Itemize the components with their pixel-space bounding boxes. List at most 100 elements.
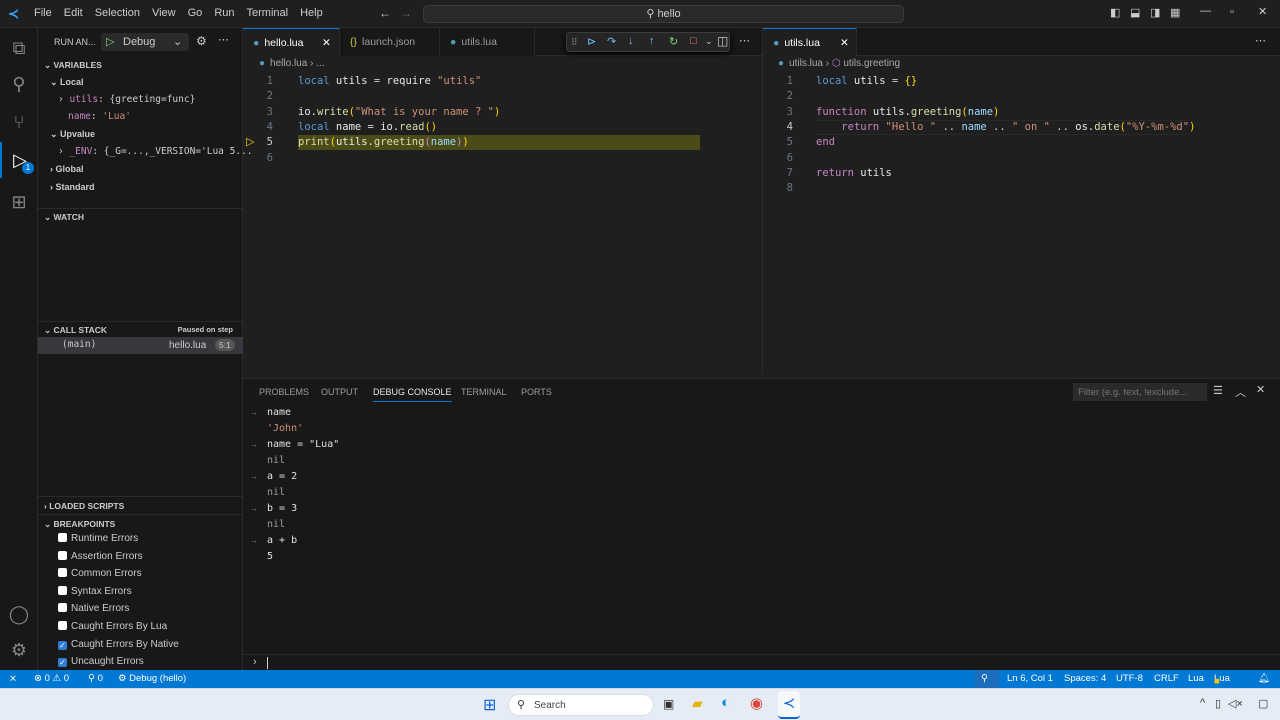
stop-icon[interactable]: □ — [690, 35, 697, 47]
task-view-icon[interactable]: ▣ — [663, 697, 674, 711]
variables-header[interactable]: ⌄ VARIABLES — [38, 60, 243, 71]
debug-status[interactable]: ⚙ Debug (hello) — [118, 673, 186, 684]
tab-problems[interactable]: PROBLEMS — [259, 387, 309, 397]
breakpoint-checkbox[interactable] — [58, 621, 67, 630]
scope-upvalue[interactable]: ⌄ Upvalue — [50, 129, 95, 140]
step-into-icon[interactable]: ↓ — [628, 35, 634, 47]
split-editor-icon[interactable]: ◫ — [717, 34, 728, 48]
watch-header[interactable]: ⌄ WATCH — [38, 208, 243, 223]
maximize-button[interactable]: ▫ — [1230, 6, 1234, 18]
toggle-panel-icon[interactable]: ⬓ — [1130, 6, 1140, 19]
customize-layout-icon[interactable]: ▦ — [1170, 6, 1180, 19]
line-ending[interactable]: CRLF — [1154, 673, 1179, 684]
encoding[interactable]: UTF-8 — [1116, 673, 1143, 684]
remote-icon[interactable]: ⨯ — [9, 673, 17, 684]
breakpoints-header[interactable]: ⌄ BREAKPOINTS — [38, 514, 243, 530]
cursor-position[interactable]: Ln 6, Col 1 — [1007, 673, 1053, 684]
indentation[interactable]: Spaces: 4 — [1064, 673, 1106, 684]
extensions-icon[interactable]: ⊞ — [0, 184, 38, 220]
search-icon[interactable]: ⚲ — [0, 66, 38, 102]
menu-view[interactable]: View — [146, 7, 182, 19]
tab-utils-lua[interactable]: ● utils.lua — [440, 28, 535, 56]
chevron-down-icon[interactable]: ⌄ — [705, 36, 713, 47]
callstack-header[interactable]: ⌄ CALL STACK Paused on step — [38, 321, 243, 336]
breakpoint-item[interactable]: Caught Errors By Lua — [58, 621, 167, 632]
tab-ports[interactable]: PORTS — [521, 387, 552, 397]
variable-name-row[interactable]: name: 'Lua' — [68, 111, 131, 122]
tab-output[interactable]: OUTPUT — [321, 387, 358, 397]
edge-icon[interactable]: ◐ — [721, 694, 730, 711]
notification-icon[interactable]: ▢ — [1258, 697, 1268, 710]
more-actions-icon[interactable]: ⋯ — [218, 33, 229, 46]
breakpoint-checkbox[interactable] — [58, 550, 67, 560]
run-debug-icon[interactable]: ▷ 1 — [0, 142, 38, 178]
close-tab-icon[interactable]: ✕ — [840, 29, 849, 57]
menu-terminal[interactable]: Terminal — [241, 7, 295, 19]
menu-help[interactable]: Help — [294, 7, 329, 19]
continue-icon[interactable]: ⊳ — [587, 35, 596, 48]
account-icon[interactable]: ◯ — [0, 596, 38, 632]
windows-start-icon[interactable]: ⊞ — [483, 695, 496, 715]
breakpoint-item[interactable]: Assertion Errors — [58, 550, 143, 562]
start-debug-icon[interactable]: ▷ — [106, 35, 114, 48]
gear-icon[interactable]: ⚙ — [196, 34, 207, 48]
ports-status[interactable]: ⚲ 0 — [88, 673, 103, 684]
lua-extension-status[interactable]: ■ Lua — [1214, 673, 1230, 687]
step-over-icon[interactable]: ↷ — [607, 35, 616, 48]
toggle-sidebar-icon[interactable]: ◧ — [1110, 6, 1120, 19]
menu-file[interactable]: File — [28, 7, 58, 19]
close-tab-icon[interactable]: ✕ — [322, 29, 331, 57]
breakpoint-checkbox[interactable] — [58, 603, 67, 613]
tab-utils-lua-2[interactable]: ● utils.lua ✕ — [763, 28, 857, 56]
manage-gear-icon[interactable]: ⚙ — [0, 632, 38, 668]
file-explorer-icon[interactable]: ▰ — [692, 695, 703, 712]
breakpoint-checkbox[interactable]: ✓ — [58, 658, 67, 668]
chrome-icon[interactable]: ◉ — [750, 694, 763, 712]
console-input[interactable]: › — [243, 654, 1280, 671]
breakpoint-item[interactable]: Native Errors — [58, 603, 129, 614]
breakpoint-item[interactable]: ✓ Caught Errors By Native — [58, 639, 179, 650]
editor-hello-lua[interactable]: 1 local utils = require "utils" 2 3 io.write… — [243, 74, 762, 374]
command-center[interactable]: ⚲ hello — [423, 5, 904, 23]
forward-arrow-icon[interactable]: → — [400, 6, 412, 20]
breadcrumb-file[interactable]: utils.lua — [789, 58, 823, 69]
breakpoint-checkbox[interactable]: ✓ — [58, 640, 67, 650]
explorer-icon[interactable]: ⧉ — [0, 30, 38, 66]
scope-local[interactable]: ⌄ Local — [50, 77, 84, 88]
variable-utils[interactable]: › utils: {greeting=func} — [58, 94, 195, 105]
editor-utils-lua[interactable]: 1 local utils = {} 2 3 function utils.greeti… — [763, 74, 1280, 374]
variable-env[interactable]: › _ENV: {_G=...,_VERSION='Lua 5... — [58, 146, 253, 157]
breakpoint-checkbox[interactable] — [58, 585, 67, 595]
scope-standard[interactable]: › Standard — [50, 182, 95, 192]
breakpoint-item[interactable]: Common Errors — [58, 568, 142, 579]
back-arrow-icon[interactable]: ← — [379, 6, 391, 20]
source-control-icon[interactable]: ⑂ — [0, 104, 38, 140]
network-icon[interactable]: ▯ — [1215, 697, 1221, 710]
close-panel-icon[interactable]: ✕ — [1256, 383, 1265, 396]
breakpoint-item[interactable]: Syntax Errors — [58, 585, 132, 597]
more-actions-icon[interactable]: ⋯ — [1255, 34, 1266, 47]
show-hidden-icons[interactable]: ^ — [1200, 697, 1205, 709]
tab-terminal[interactable]: TERMINAL — [461, 387, 507, 397]
breakpoint-item[interactable]: Runtime Errors — [58, 533, 138, 544]
menu-run[interactable]: Run — [208, 7, 240, 19]
notifications-bell-icon[interactable]: 🔔︎ — [1258, 673, 1270, 684]
volume-icon[interactable]: ◁× — [1228, 697, 1243, 710]
toggle-secondary-sidebar-icon[interactable]: ◨ — [1150, 6, 1160, 19]
more-actions-icon[interactable]: ⋯ — [739, 34, 750, 47]
breakpoint-item[interactable]: ✓ Uncaught Errors — [58, 656, 144, 668]
drag-handle-icon[interactable]: ⠿ — [571, 37, 578, 48]
menu-go[interactable]: Go — [182, 7, 209, 19]
tab-hello-lua[interactable]: ● hello.lua ✕ — [243, 28, 340, 56]
vscode-taskbar-icon[interactable]: ≺ — [778, 691, 800, 719]
breadcrumb-file[interactable]: hello.lua — [270, 58, 307, 69]
problems-status[interactable]: ⊗ 0 ⚠ 0 — [34, 673, 69, 684]
breakpoint-checkbox[interactable] — [58, 533, 67, 542]
step-out-icon[interactable]: ↑ — [649, 35, 655, 47]
clear-console-icon[interactable]: ☰ — [1213, 384, 1223, 397]
restart-icon[interactable]: ↻ — [669, 35, 678, 48]
scope-global[interactable]: › Global — [50, 164, 84, 174]
menu-selection[interactable]: Selection — [89, 7, 146, 19]
breadcrumb-symbol[interactable]: ... — [316, 58, 324, 69]
breadcrumb-symbol[interactable]: utils.greeting — [843, 58, 900, 69]
